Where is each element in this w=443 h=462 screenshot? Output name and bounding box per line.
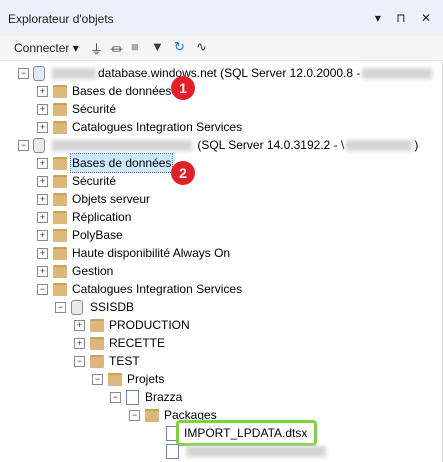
package-icon: [166, 444, 179, 459]
haute-dispo-label: Haute disponibilité Always On: [72, 246, 231, 260]
tree-node-server2[interactable]: − (SQL Server 14.0.3192.2 - \): [0, 136, 443, 154]
securite-label: Sécurité: [72, 174, 117, 188]
expand-icon[interactable]: +: [37, 230, 48, 241]
collapse-icon[interactable]: −: [18, 68, 29, 79]
collapse-icon[interactable]: −: [110, 392, 121, 403]
polybase-label: PolyBase: [72, 228, 123, 242]
folder-icon: [145, 409, 159, 422]
object-tree: − database.windows.net (SQL Server 12.0.…: [0, 60, 443, 462]
catalog-icon: [71, 300, 83, 315]
securite-label: Sécurité: [72, 102, 117, 116]
expand-icon[interactable]: +: [37, 248, 48, 259]
highlight-box: [176, 420, 317, 446]
redacted-package-name: [186, 446, 326, 457]
bases-label-selected: Bases de données: [69, 153, 174, 173]
expand-icon[interactable]: +: [37, 266, 48, 277]
expand-icon[interactable]: +: [37, 86, 48, 97]
expand-icon[interactable]: +: [37, 176, 48, 187]
expand-icon[interactable]: +: [74, 320, 85, 331]
server-icon: [33, 66, 45, 81]
collapse-icon[interactable]: −: [37, 284, 48, 295]
projets-label: Projets: [127, 372, 165, 386]
catalogues-label: Catalogues Integration Services: [72, 282, 243, 296]
collapse-icon[interactable]: −: [74, 356, 85, 367]
activity-icon[interactable]: ∿: [196, 39, 207, 55]
collapse-icon[interactable]: −: [55, 302, 66, 313]
folder-icon: [53, 283, 67, 296]
stop-icon[interactable]: ■: [131, 39, 139, 54]
expand-icon[interactable]: +: [37, 212, 48, 223]
folder-icon: [108, 373, 122, 386]
ssisdb-label: SSISDB: [90, 300, 135, 314]
folder-icon: [90, 337, 104, 350]
test-label: TEST: [109, 354, 140, 368]
folder-icon: [90, 355, 104, 368]
tree-node-server1[interactable]: − database.windows.net (SQL Server 12.0.…: [0, 64, 443, 82]
refresh-icon[interactable]: ↻: [174, 39, 185, 55]
step-badge-1: 1: [171, 76, 195, 100]
recette-label: RECETTE: [109, 336, 166, 350]
object-explorer-toolbar: Connecter ▾ ⏚ ⏛ ■ ▼ ↻ ∿: [0, 36, 443, 61]
window-controls[interactable]: ▾ ⊓ ✕: [375, 11, 437, 25]
folder-icon: [53, 157, 67, 170]
folder-icon: [53, 121, 67, 134]
expand-icon[interactable]: +: [74, 338, 85, 349]
brazza-label: Brazza: [145, 390, 183, 404]
expand-icon[interactable]: +: [37, 122, 48, 133]
server2-label: (SQL Server 14.0.3192.2 - \): [50, 136, 418, 154]
folder-icon: [53, 211, 67, 224]
folder-icon: [53, 247, 67, 260]
objets-serveur-label: Objets serveur: [72, 192, 151, 206]
folder-icon: [53, 175, 67, 188]
folder-icon: [53, 103, 67, 116]
filter-icon[interactable]: ▼: [151, 39, 164, 54]
project-icon: [126, 390, 139, 405]
folder-icon: [90, 319, 104, 332]
connect-button[interactable]: Connecter ▾: [14, 41, 79, 55]
bases-label: Bases de données: [72, 84, 172, 98]
server1-label: database.windows.net (SQL Server 12.0.20…: [50, 64, 434, 82]
folder-icon: [53, 229, 67, 242]
object-explorer-titlebar: Explorateur d'objets ▾ ⊓ ✕: [0, 0, 443, 36]
server-icon: [33, 138, 45, 153]
expand-icon[interactable]: +: [37, 194, 48, 205]
expand-icon[interactable]: +: [37, 158, 48, 169]
disconnect-icon[interactable]: ⏛: [110, 39, 123, 58]
collapse-icon[interactable]: −: [18, 140, 29, 151]
replication-label: Réplication: [72, 210, 132, 224]
plug-icon[interactable]: ⏚: [90, 39, 103, 58]
collapse-icon[interactable]: −: [92, 374, 103, 385]
panel-title: Explorateur d'objets: [8, 12, 114, 26]
folder-icon: [53, 193, 67, 206]
production-label: PRODUCTION: [109, 318, 190, 332]
catalogues-label: Catalogues Integration Services: [72, 120, 243, 134]
collapse-icon[interactable]: −: [129, 410, 140, 421]
expand-icon[interactable]: +: [37, 104, 48, 115]
folder-icon: [53, 265, 67, 278]
folder-icon: [53, 85, 67, 98]
step-badge-2: 2: [171, 161, 195, 185]
gestion-label: Gestion: [72, 264, 114, 278]
